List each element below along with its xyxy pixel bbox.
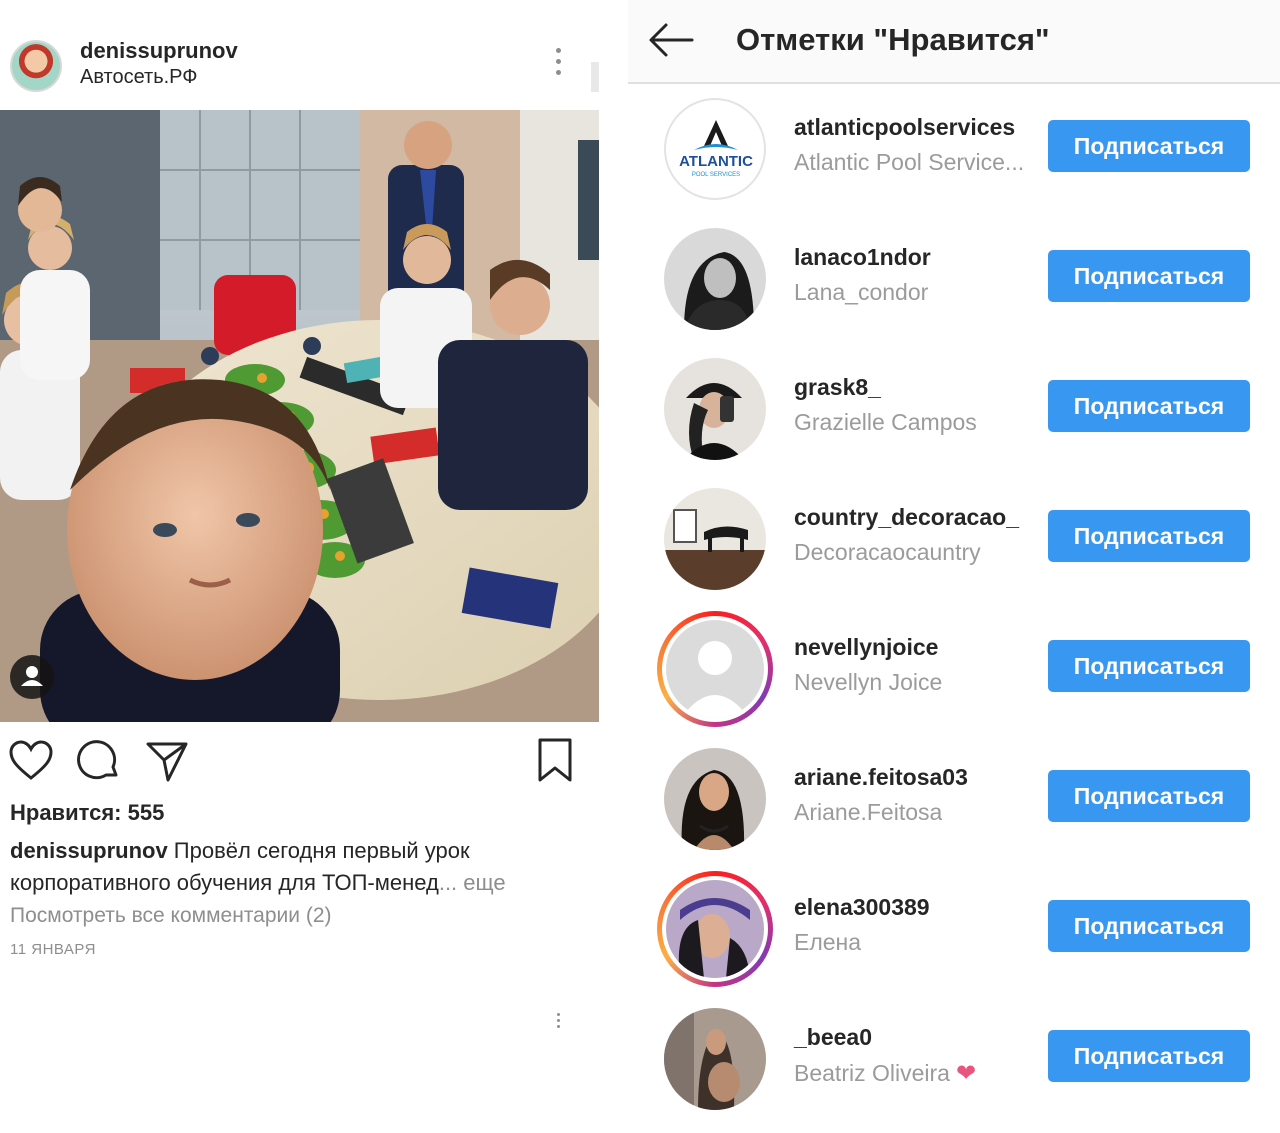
user-avatar[interactable] xyxy=(664,358,766,460)
username[interactable]: elena300389 xyxy=(794,894,930,921)
user-avatar[interactable] xyxy=(664,488,766,590)
username[interactable]: grask8_ xyxy=(794,374,881,401)
more-options-icon[interactable] xyxy=(549,48,567,82)
full-name: Atlantic Pool Service... xyxy=(794,149,1025,175)
user-avatar[interactable] xyxy=(664,228,766,330)
atlantic-logo-avatar[interactable]: ATLANTIC POOL SERVICES xyxy=(664,98,766,200)
full-name: Grazielle Campos xyxy=(794,409,977,435)
username[interactable]: lanaco1ndor xyxy=(794,244,931,271)
username[interactable]: _beea0 xyxy=(794,1024,872,1051)
full-name: Ariane.Feitosa xyxy=(794,799,943,825)
default-user-avatar xyxy=(666,620,764,718)
post-actions xyxy=(0,738,599,788)
svg-text:ATLANTIC: ATLANTIC xyxy=(679,153,753,170)
list-item[interactable]: _beea0 Beatriz Oliveira ❤ Подписаться xyxy=(628,1006,1280,1133)
full-name: Nevellyn Joice xyxy=(794,669,943,695)
follow-button[interactable]: Подписаться xyxy=(1048,380,1250,432)
follow-button[interactable]: Подписаться xyxy=(1048,250,1250,302)
tagged-users-button[interactable] xyxy=(10,655,54,699)
scrollbar[interactable] xyxy=(591,62,599,92)
page-title: Отметки "Нравится" xyxy=(736,22,1050,57)
comment-icon[interactable] xyxy=(76,738,122,784)
list-item[interactable]: elena300389 Елена Подписаться xyxy=(628,871,1280,1006)
like-heart-icon[interactable] xyxy=(8,738,54,784)
post-photo[interactable] xyxy=(0,110,599,722)
caption-more-link[interactable]: ... еще xyxy=(439,870,506,895)
full-name: Beatriz Oliveira ❤ xyxy=(794,1059,976,1088)
full-name: Decoracaocauntry xyxy=(794,539,981,565)
office-meeting-photo xyxy=(0,110,599,722)
likes-panel: Отметки "Нравится" ATLANTIC POOL SERVICE… xyxy=(628,0,1280,1133)
list-item[interactable]: ariane.feitosa03 Ariane.Feitosa Подписат… xyxy=(628,746,1280,876)
user-tag-icon xyxy=(21,666,43,686)
likes-topbar: Отметки "Нравится" xyxy=(628,0,1280,84)
post-panel: denissuprunov Автосеть.РФ Нравится: 555 … xyxy=(0,0,628,1133)
post-username[interactable]: denissuprunov xyxy=(80,38,238,64)
list-item[interactable]: country_decoracao_ Decoracaocauntry Подп… xyxy=(628,486,1280,616)
full-name: Lana_condor xyxy=(794,279,929,305)
view-comments-link[interactable]: Посмотреть все комментарии (2) xyxy=(10,904,332,928)
back-arrow-icon[interactable] xyxy=(648,20,694,60)
post-date: 11 ЯНВАРЯ xyxy=(10,941,96,958)
follow-button[interactable]: Подписаться xyxy=(1048,510,1250,562)
username[interactable]: country_decoracao_ xyxy=(794,504,1019,531)
post-author-avatar[interactable] xyxy=(10,40,62,92)
username[interactable]: nevellynjoice xyxy=(794,634,938,661)
follow-button[interactable]: Подписаться xyxy=(1048,1030,1250,1082)
full-name: Елена xyxy=(794,929,862,955)
username[interactable]: atlanticpoolservices xyxy=(794,114,1015,141)
follow-button[interactable]: Подписаться xyxy=(1048,640,1250,692)
post-header: denissuprunov Автосеть.РФ xyxy=(0,0,628,108)
story-ring[interactable] xyxy=(657,871,773,987)
follow-button[interactable]: Подписаться xyxy=(1048,900,1250,952)
follow-button[interactable]: Подписаться xyxy=(1048,770,1250,822)
next-post-more-options-icon[interactable] xyxy=(553,1013,563,1031)
username[interactable]: ariane.feitosa03 xyxy=(794,764,968,791)
follow-button[interactable]: Подписаться xyxy=(1048,120,1250,172)
svg-text:POOL SERVICES: POOL SERVICES xyxy=(692,172,740,178)
user-avatar[interactable] xyxy=(664,1008,766,1110)
list-item[interactable]: lanaco1ndor Lana_condor Подписаться xyxy=(628,226,1280,356)
bookmark-icon[interactable] xyxy=(532,738,578,784)
story-ring[interactable] xyxy=(657,611,773,727)
list-item[interactable]: ATLANTIC POOL SERVICES atlanticpoolservi… xyxy=(628,96,1280,226)
pink-heart-emoji-icon: ❤ xyxy=(955,1060,977,1087)
post-location[interactable]: Автосеть.РФ xyxy=(80,66,198,89)
list-item[interactable]: nevellynjoice Nevellyn Joice Подписаться xyxy=(628,611,1280,746)
list-item[interactable]: grask8_ Grazielle Campos Подписаться xyxy=(628,356,1280,486)
user-avatar[interactable] xyxy=(664,748,766,850)
share-direct-icon[interactable] xyxy=(144,738,190,784)
post-caption: denissuprunov Провёл сегодня первый урок… xyxy=(10,835,580,899)
user-avatar xyxy=(666,880,764,978)
full-name-text: Beatriz Oliveira xyxy=(794,1060,950,1086)
likes-count[interactable]: Нравится: 555 xyxy=(10,800,164,826)
caption-username[interactable]: denissuprunov xyxy=(10,838,168,863)
